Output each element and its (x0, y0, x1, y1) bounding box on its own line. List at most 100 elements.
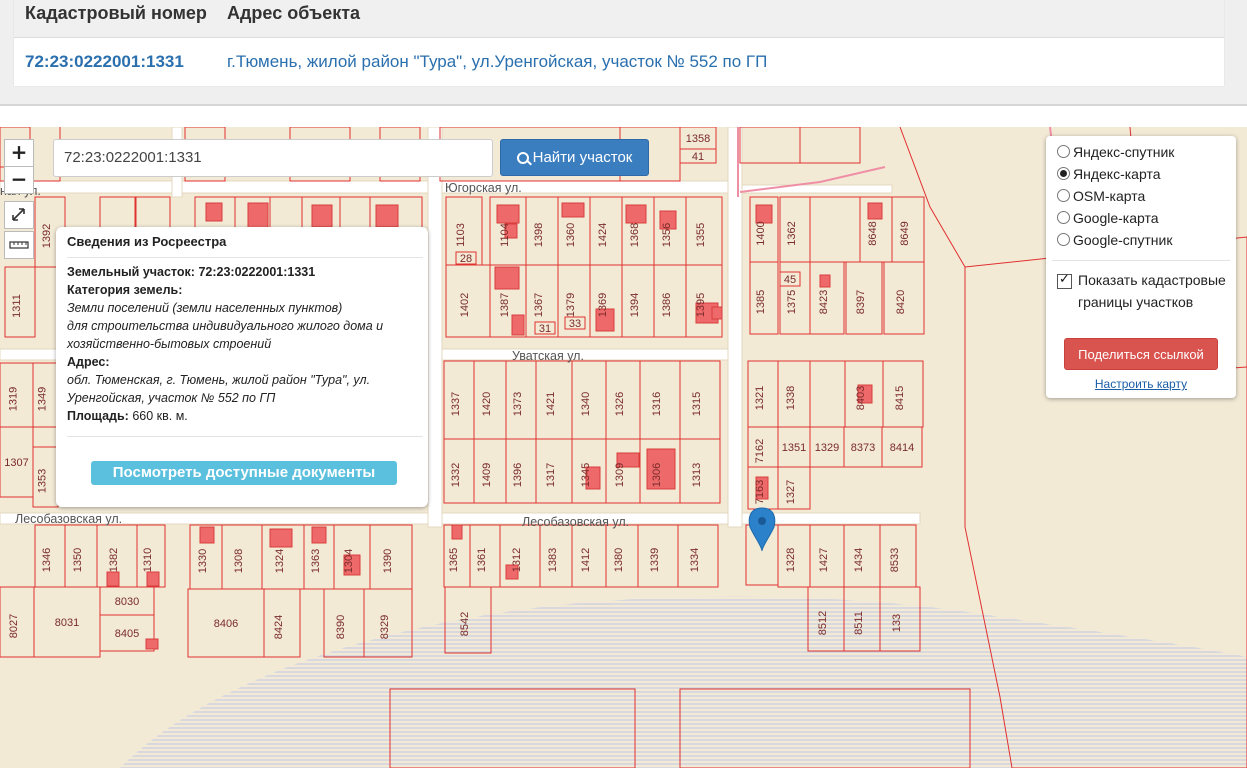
configure-map-link[interactable]: Настроить карту (1046, 377, 1236, 391)
layers-divider (1052, 260, 1230, 261)
result-cadastral-number-link[interactable]: 72:23:0222001:1331 (25, 52, 184, 72)
parcel-label: 1332 (450, 463, 462, 487)
results-section: Кадастровый номер Адрес объекта 72:23:02… (0, 0, 1247, 104)
layer-option-label: Яндекс-карта (1073, 166, 1161, 182)
popup-area: Площадь: 660 кв. м. (67, 409, 188, 423)
parcel-label: 1395 (695, 293, 707, 317)
ruler-button[interactable] (4, 231, 34, 259)
parcel-outline (799, 127, 861, 164)
cadastral-map[interactable]: 1358 41 1392 1311 1103 1104 1398 1360 1424 1368 13… (0, 127, 1247, 768)
parcel-label: 1338 (785, 386, 797, 410)
parcel-label: 1327 (785, 480, 797, 504)
parcel-label: 1330 (197, 549, 209, 573)
zoom-in-button[interactable]: + (4, 139, 34, 167)
popup-category-line2: для строительства индивидуального жилого… (67, 319, 384, 333)
popup-category-line1: Земли поселений (земли населенных пункто… (67, 301, 343, 315)
view-documents-button[interactable]: Посмотреть доступные документы (91, 461, 397, 485)
show-boundaries-label: Показать кадастровые границы участков (1078, 272, 1226, 310)
parcel-label: 8533 (889, 548, 901, 572)
parcel-label: 1306 (651, 463, 663, 487)
layer-switcher-panel: Яндекс-спутник Яндекс-карта OSM-карта Googl… (1046, 136, 1236, 398)
parcel-value: 72:23:0222001:1331 (198, 265, 316, 279)
layer-option-3[interactable]: Google-карта (1057, 210, 1159, 226)
parcel-label: 1317 (545, 463, 557, 487)
building (819, 274, 831, 288)
show-boundaries-checkbox[interactable] (1057, 272, 1072, 289)
parcel-label: 8406 (214, 618, 238, 630)
parcel-label: 8648 (867, 221, 879, 245)
parcel-label: 1349 (37, 387, 49, 411)
layer-option-4[interactable]: Google-спутник (1057, 232, 1172, 248)
parcel-label: 1382 (108, 548, 120, 572)
parcel-label: 1390 (382, 549, 394, 573)
parcel-label: 1345 (580, 463, 592, 487)
parcel-label: 1362 (786, 221, 798, 245)
parcel-label: 1380 (613, 548, 625, 572)
parcel-label: 1350 (72, 548, 84, 572)
parcel-label: 1420 (481, 392, 493, 416)
parcel-label: 1326 (614, 392, 626, 416)
street-label: Югорская ул. (445, 181, 522, 195)
column-header-number: Кадастровый номер (25, 3, 207, 23)
parcel-label: 1319 (8, 387, 20, 411)
parcel-label: 1409 (481, 463, 493, 487)
building (494, 266, 520, 290)
layer-option-label: Яндекс-спутник (1073, 144, 1175, 160)
parcel-outline (809, 360, 846, 428)
popup-parcel: Земельный участок: 72:23:0222001:1331 (67, 263, 315, 281)
parcel-label: 1304 (343, 549, 355, 573)
parcel-label: 1307 (4, 457, 28, 469)
find-parcel-button[interactable]: Найти участок (500, 139, 649, 176)
popup-category-label: Категория земель: (67, 283, 183, 297)
street-label: Лесобазовская ул. (15, 512, 122, 526)
radio-icon (1057, 189, 1070, 202)
parcel-outline (809, 196, 861, 263)
parcel-label: 1103 (455, 223, 467, 247)
layer-option-2[interactable]: OSM-карта (1057, 188, 1145, 204)
building (146, 571, 160, 587)
layer-option-1[interactable]: Яндекс-карта (1057, 166, 1160, 182)
parcel-label: 1402 (459, 293, 471, 317)
parcel-label: 1421 (545, 392, 557, 416)
parcel-label: 1396 (512, 463, 524, 487)
road-lesobazovskaya (0, 512, 921, 525)
building (511, 314, 525, 336)
building (205, 202, 223, 222)
parcel-label: 8420 (895, 290, 907, 314)
building (451, 524, 463, 540)
zoom-out-button[interactable]: − (4, 166, 34, 194)
column-header-address: Адрес объекта (227, 3, 361, 23)
parcel-label: 8512 (817, 611, 829, 635)
popup-title: Сведения из Росреестра (67, 234, 227, 249)
parcel-label: 8542 (459, 612, 471, 636)
radio-icon (1057, 233, 1070, 246)
layer-option-label: Google-спутник (1073, 232, 1173, 248)
parcel-label: 1316 (651, 392, 663, 416)
popup-category-line3: хозяйственно-бытовых строений (67, 337, 272, 351)
result-address-link[interactable]: г.Тюмень, жилой район "Тура", ул.Уренгой… (227, 52, 767, 72)
layer-option-0[interactable]: Яндекс-спутник (1057, 144, 1174, 160)
parcel-label: 1340 (580, 392, 592, 416)
parcel-label: 41 (692, 151, 704, 163)
search-input[interactable]: 72:23:0222001:1331 (53, 139, 493, 177)
parcel-label: 1400 (755, 221, 767, 245)
fullscreen-button[interactable] (4, 201, 34, 229)
parcel-label: 1355 (695, 223, 707, 247)
parcel-label: 8031 (55, 617, 79, 629)
building (311, 204, 333, 228)
ruler-icon (9, 241, 29, 249)
building (867, 202, 883, 220)
parcel-label: 33 (569, 318, 581, 330)
parcel-label: 1358 (686, 133, 710, 145)
parcel-label: 1328 (785, 548, 797, 572)
popup-divider (67, 257, 423, 258)
parcel-label: 1434 (853, 548, 865, 572)
share-link-button[interactable]: Поделиться ссылкой (1064, 338, 1218, 370)
location-marker[interactable] (748, 507, 776, 552)
parcel-label: 8397 (855, 290, 867, 314)
parcel-label: 1308 (233, 549, 245, 573)
parcel-label: 1310 (142, 548, 154, 572)
parcel-label: 1353 (37, 469, 49, 493)
parcel-label: 8329 (379, 615, 391, 639)
parcel-label: 1346 (41, 548, 53, 572)
